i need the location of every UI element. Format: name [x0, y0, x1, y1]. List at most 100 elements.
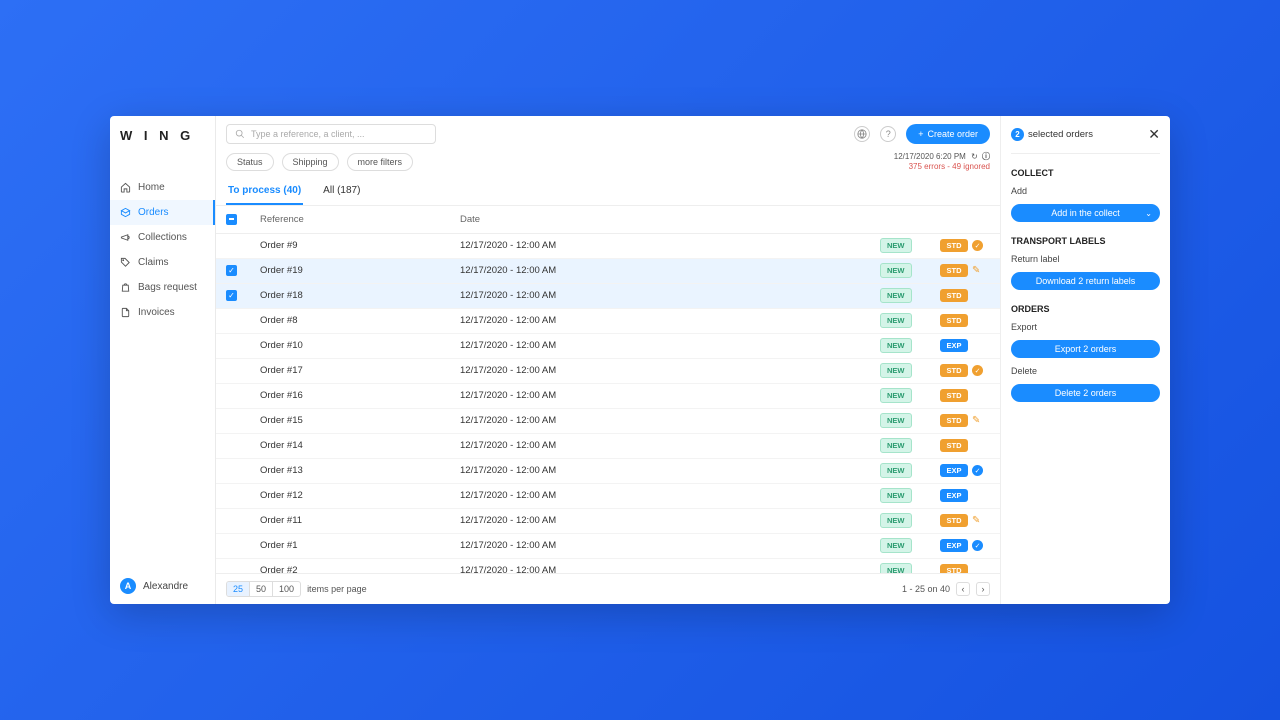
cell-date: 12/17/2020 - 12:00 AM [460, 240, 720, 251]
table-row[interactable]: Order #812/17/2020 - 12:00 AMNEWSTD [216, 309, 1000, 334]
ship-badge: STD [940, 389, 968, 402]
filter-more-filters[interactable]: more filters [347, 153, 414, 171]
tag-icon [120, 257, 131, 268]
cell-date: 12/17/2020 - 12:00 AM [460, 415, 720, 426]
status-badge: NEW [880, 438, 912, 453]
select-all-checkbox[interactable] [226, 214, 237, 225]
signature-icon: ✎ [972, 515, 980, 526]
table-row[interactable]: ✓Order #1812/17/2020 - 12:00 AMNEWSTD [216, 284, 1000, 309]
chevron-down-icon: ⌄ [1145, 209, 1152, 218]
page-size-25[interactable]: 25 [227, 582, 250, 596]
main: Type a reference, a client, ... ? + Crea… [216, 116, 1000, 604]
tab-all[interactable]: All (187) [321, 179, 362, 205]
cell-reference: Order #17 [260, 365, 460, 376]
cell-reference: Order #8 [260, 315, 460, 326]
row-checkbox[interactable]: ✓ [226, 290, 237, 301]
signature-icon: ✎ [972, 415, 980, 426]
col-date[interactable]: Date [460, 214, 720, 225]
table-row[interactable]: Order #1612/17/2020 - 12:00 AMNEWSTD [216, 384, 1000, 409]
close-icon[interactable]: ✕ [1148, 126, 1160, 143]
ship-badge: STD [940, 289, 968, 302]
ship-badge: EXP [940, 489, 968, 502]
globe-icon[interactable] [854, 126, 870, 142]
table-row[interactable]: Order #1412/17/2020 - 12:00 AMNEWSTD [216, 434, 1000, 459]
table-row[interactable]: Order #912/17/2020 - 12:00 AMNEWSTD✓ [216, 234, 1000, 259]
plus-icon: + [918, 129, 923, 139]
page-range: 1 - 25 on 40 [902, 584, 950, 594]
table-row[interactable]: Order #1512/17/2020 - 12:00 AM NEW STD ✎ [216, 409, 1000, 434]
status-badge: NEW [880, 338, 912, 353]
ship-badge: EXP [940, 464, 968, 477]
filter-status[interactable]: Status [226, 153, 274, 171]
user-row[interactable]: A Alexandre [110, 568, 215, 604]
avatar: A [120, 578, 136, 594]
error-count[interactable]: 375 errors - 49 ignored [894, 162, 990, 172]
page-size-50[interactable]: 50 [250, 582, 273, 596]
status-badge: NEW [880, 463, 912, 478]
help-icon[interactable]: ? [880, 126, 896, 142]
ship-badge: STD [940, 439, 968, 452]
nav-item-home[interactable]: Home [110, 175, 215, 200]
status-badge: NEW [880, 238, 912, 253]
next-page-button[interactable]: › [976, 582, 990, 596]
status-block: 12/17/2020 6:20 PM ↻ ⓘ 375 errors - 49 i… [894, 152, 990, 173]
status-badge: NEW [880, 413, 912, 428]
add-collect-button[interactable]: Add in the collect ⌄ [1011, 204, 1160, 222]
info-icon[interactable]: ⓘ [982, 152, 990, 161]
status-badge: NEW [880, 388, 912, 403]
table-row[interactable]: ✓Order #1912/17/2020 - 12:00 AMNEWSTD✎ [216, 259, 1000, 284]
delete-orders-button[interactable]: Delete 2 orders [1011, 384, 1160, 402]
page-size-100[interactable]: 100 [273, 582, 300, 596]
table-row[interactable]: Order #1112/17/2020 - 12:00 AMNEWSTD✎ [216, 509, 1000, 534]
filter-row: Status Shipping more filters 12/17/2020 6:… [216, 152, 1000, 179]
tab-to[interactable]: To process (40) [226, 179, 303, 205]
row-checkbox[interactable]: ✓ [226, 265, 237, 276]
status-badge: NEW [880, 513, 912, 528]
nav-item-invoices[interactable]: Invoices [110, 300, 215, 325]
cell-reference: Order #18 [260, 290, 460, 301]
table-row[interactable]: Order #212/17/2020 - 12:00 AMNEWSTD [216, 559, 1000, 573]
ship-badge: STD [940, 414, 968, 427]
ship-badge: EXP [940, 539, 968, 552]
sidebar: W I N G HomeOrdersCollectionsClaimsBags … [110, 116, 216, 604]
export-orders-button[interactable]: Export 2 orders [1011, 340, 1160, 358]
nav-item-collections[interactable]: Collections [110, 225, 215, 250]
cell-reference: Order #2 [260, 565, 460, 573]
collect-title: COLLECT [1011, 168, 1160, 178]
cell-reference: Order #16 [260, 390, 460, 401]
selection-panel: 2 selected orders ✕ COLLECT Add Add in t… [1000, 116, 1170, 604]
check-icon: ✓ [972, 365, 983, 376]
table-row[interactable]: Order #1712/17/2020 - 12:00 AMNEWSTD✓ [216, 359, 1000, 384]
download-labels-button[interactable]: Download 2 return labels [1011, 272, 1160, 290]
cell-reference: Order #19 [260, 265, 460, 276]
brand-logo: W I N G [110, 116, 215, 155]
prev-page-button[interactable]: ‹ [956, 582, 970, 596]
cell-date: 12/17/2020 - 12:00 AM [460, 315, 720, 326]
table-row[interactable]: Order #1212/17/2020 - 12:00 AMNEWEXP [216, 484, 1000, 509]
search-placeholder: Type a reference, a client, ... [251, 129, 365, 139]
refresh-icon[interactable]: ↻ [971, 152, 978, 161]
col-reference[interactable]: Reference [260, 214, 460, 225]
table-row[interactable]: Order #1312/17/2020 - 12:00 AMNEWEXP✓ [216, 459, 1000, 484]
nav-item-claims[interactable]: Claims [110, 250, 215, 275]
cell-date: 12/17/2020 - 12:00 AM [460, 440, 720, 451]
ship-badge: STD [940, 314, 968, 327]
cell-reference: Order #15 [260, 415, 460, 426]
create-order-button[interactable]: + Create order [906, 124, 990, 144]
table-row[interactable]: Order #112/17/2020 - 12:00 AMNEWEXP✓ [216, 534, 1000, 559]
cell-reference: Order #10 [260, 340, 460, 351]
nav-item-orders[interactable]: Orders [110, 200, 215, 225]
file-icon [120, 307, 131, 318]
tabs: To process (40) All (187) [216, 179, 1000, 206]
cell-date: 12/17/2020 - 12:00 AM [460, 465, 720, 476]
topbar: Type a reference, a client, ... ? + Crea… [216, 116, 1000, 152]
cell-date: 12/17/2020 - 12:00 AM [460, 265, 720, 276]
filter-shipping[interactable]: Shipping [282, 153, 339, 171]
nav-item-bags-request[interactable]: Bags request [110, 275, 215, 300]
search-input[interactable]: Type a reference, a client, ... [226, 124, 436, 144]
cell-reference: Order #12 [260, 490, 460, 501]
table-row[interactable]: Order #1012/17/2020 - 12:00 AMNEWEXP [216, 334, 1000, 359]
orders-table: Reference Date Order #912/17/2020 - 12:0… [216, 206, 1000, 573]
ship-badge: STD [940, 514, 968, 527]
cell-date: 12/17/2020 - 12:00 AM [460, 490, 720, 501]
